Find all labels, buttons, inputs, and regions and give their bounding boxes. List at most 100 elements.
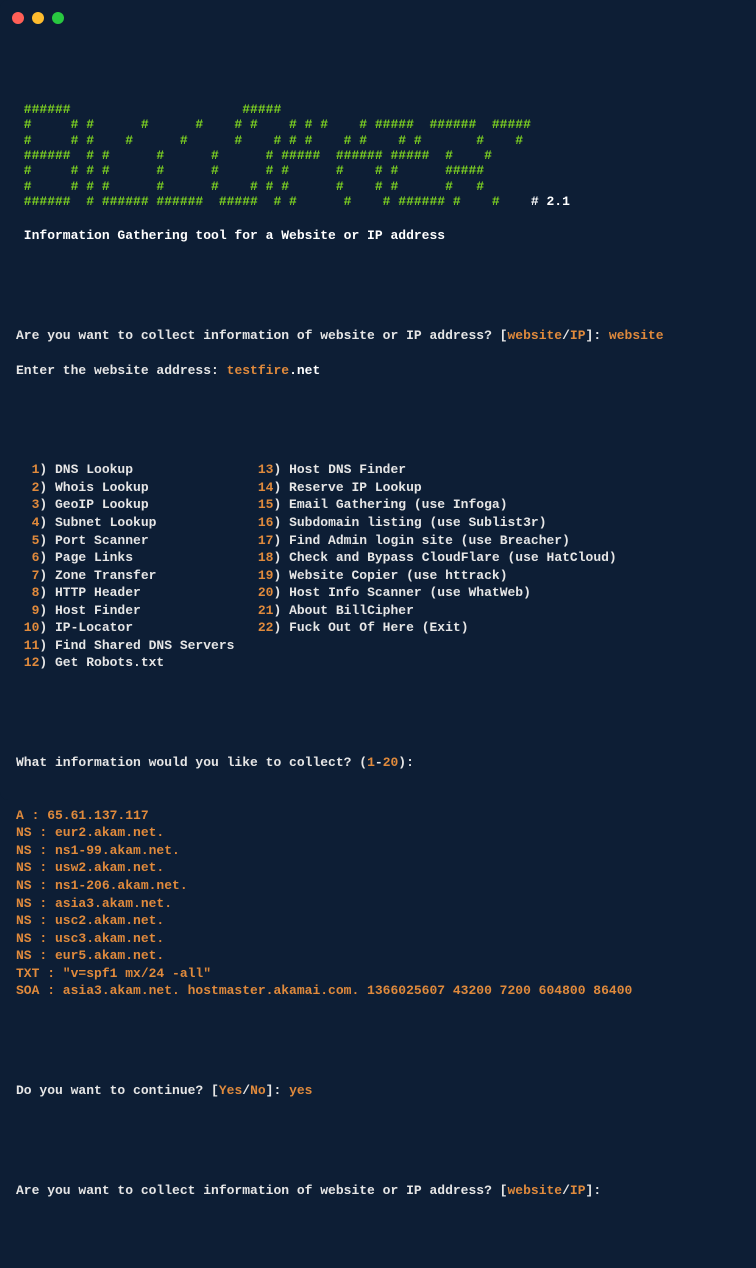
ascii-line: ###### # ###### ###### ##### # # # # ###… — [16, 194, 523, 209]
menu-num: 19 — [258, 568, 274, 583]
menu-item[interactable]: ) IP-Locator — [39, 620, 133, 635]
dns-output-block: A : 65.61.137.117NS : eur2.akam.net.NS :… — [16, 807, 740, 1000]
menu-num: 1 — [16, 462, 39, 477]
menu-columns: 1) DNS Lookup 13) Host DNS Finder 2) Who… — [16, 461, 740, 672]
ascii-line: # # # # # # # # # # # ##### ###### ##### — [16, 117, 562, 132]
menu-num: 2 — [16, 480, 39, 495]
window-minimize-button[interactable] — [32, 12, 44, 24]
version-label: # 2.1 — [531, 194, 570, 209]
user-input-website[interactable]: website — [609, 328, 664, 343]
menu-item[interactable]: ) GeoIP Lookup — [39, 497, 148, 512]
prompt-slash: / — [562, 328, 570, 343]
tagline: Information Gathering tool for a Website… — [16, 227, 740, 245]
menu-num: 8 — [16, 585, 39, 600]
ascii-line: # # # # # # # # # # # # # # # — [16, 133, 554, 148]
window-close-button[interactable] — [12, 12, 24, 24]
menu-item[interactable]: ) Find Admin login site (use Breacher) — [273, 533, 569, 548]
terminal-window: ###### ##### # # # # # # # # # # # #####… — [0, 0, 756, 800]
prompt-continue: Do you want to continue? [Yes/No]: yes — [16, 1082, 740, 1100]
menu-item[interactable]: ) Whois Lookup — [39, 480, 148, 495]
dns-record: TXT : "v=spf1 mx/24 -all" — [16, 965, 740, 983]
menu-item[interactable]: ) Get Robots.txt — [39, 655, 164, 670]
menu-item[interactable]: ) Website Copier (use httrack) — [273, 568, 507, 583]
menu-row: 3) GeoIP Lookup 15) Email Gathering (use… — [16, 496, 740, 514]
menu-row: 6) Page Links 18) Check and Bypass Cloud… — [16, 549, 740, 567]
menu-item[interactable]: ) About BillCipher — [273, 603, 413, 618]
dns-record: NS : usc3.akam.net. — [16, 930, 740, 948]
prompt-slash: / — [242, 1083, 250, 1098]
prompt-text: Are you want to collect information of w… — [16, 1183, 507, 1198]
ascii-line: # # # # # # # # # # # # # # — [16, 179, 523, 194]
menu-num: 5 — [16, 533, 39, 548]
ascii-banner: ###### ##### # # # # # # # # # # # #####… — [16, 87, 740, 210]
ascii-line: ###### ##### — [16, 102, 562, 117]
menu-num: 11 — [16, 638, 39, 653]
menu-row: 7) Zone Transfer 19) Website Copier (use… — [16, 567, 740, 585]
user-input-hostname[interactable]: testfire — [227, 363, 289, 378]
menu-item[interactable]: ) Host Info Scanner (use WhatWeb) — [273, 585, 530, 600]
prompt-text: What information would you like to colle… — [16, 755, 367, 770]
prompt-text: ]: — [586, 328, 609, 343]
menu-item[interactable]: ) Host DNS Finder — [273, 462, 406, 477]
window-zoom-button[interactable] — [52, 12, 64, 24]
menu-item[interactable]: ) HTTP Header — [39, 585, 140, 600]
ascii-line: # # # # # # # # # # # ##### — [16, 163, 523, 178]
menu-num: 15 — [258, 497, 274, 512]
user-input-continue[interactable]: yes — [289, 1083, 312, 1098]
option-website: website — [507, 328, 562, 343]
prompt-slash: / — [562, 1183, 570, 1198]
terminal-content[interactable]: ###### ##### # # # # # # # # # # # #####… — [0, 34, 756, 1268]
menu-item[interactable]: ) Zone Transfer — [39, 568, 156, 583]
prompt-collect-info-repeat: Are you want to collect information of w… — [16, 1182, 740, 1200]
menu-row: 2) Whois Lookup 14) Reserve IP Lookup — [16, 479, 740, 497]
prompt-enter-website: Enter the website address: testfire.net — [16, 362, 740, 380]
menu-row: 4) Subnet Lookup 16) Subdomain listing (… — [16, 514, 740, 532]
menu-item[interactable]: ) Check and Bypass CloudFlare (use HatCl… — [273, 550, 616, 565]
dns-record: NS : usc2.akam.net. — [16, 912, 740, 930]
user-input-tld[interactable]: .net — [289, 363, 320, 378]
option-yes: Yes — [219, 1083, 242, 1098]
menu-row: 12) Get Robots.txt — [16, 654, 740, 672]
range-high: 20 — [383, 755, 399, 770]
menu-row: 11) Find Shared DNS Servers — [16, 637, 740, 655]
menu-item[interactable]: ) DNS Lookup — [39, 462, 133, 477]
menu-row: 1) DNS Lookup 13) Host DNS Finder — [16, 461, 740, 479]
menu-num: 9 — [16, 603, 39, 618]
menu-item[interactable]: ) Email Gathering (use Infoga) — [273, 497, 507, 512]
dns-record: NS : eur2.akam.net. — [16, 824, 740, 842]
menu-row: 10) IP-Locator 22) Fuck Out Of Here (Exi… — [16, 619, 740, 637]
menu-item[interactable]: ) Fuck Out Of Here (Exit) — [273, 620, 468, 635]
menu-num: 7 — [16, 568, 39, 583]
menu-item[interactable]: ) Find Shared DNS Servers — [39, 638, 234, 653]
menu-item[interactable]: ) Page Links — [39, 550, 133, 565]
dns-record: NS : ns1-206.akam.net. — [16, 877, 740, 895]
prompt-collect-info: Are you want to collect information of w… — [16, 327, 740, 345]
menu-num: 20 — [258, 585, 274, 600]
prompt-text: Enter the website address: — [16, 363, 227, 378]
prompt-what-info: What information would you like to colle… — [16, 754, 740, 772]
prompt-text: ]: — [266, 1083, 289, 1098]
menu-num: 16 — [258, 515, 274, 530]
menu-num: 18 — [258, 550, 274, 565]
prompt-text: Are you want to collect information of w… — [16, 328, 507, 343]
menu-num: 13 — [258, 462, 274, 477]
dns-record: NS : ns1-99.akam.net. — [16, 842, 740, 860]
menu-num: 3 — [16, 497, 39, 512]
menu-item[interactable]: ) Subnet Lookup — [39, 515, 156, 530]
menu-num: 4 — [16, 515, 39, 530]
menu-num: 10 — [16, 620, 39, 635]
menu-row: 5) Port Scanner 17) Find Admin login sit… — [16, 532, 740, 550]
option-website: website — [507, 1183, 562, 1198]
dns-record: NS : asia3.akam.net. — [16, 895, 740, 913]
menu-item[interactable]: ) Port Scanner — [39, 533, 148, 548]
menu-num: 12 — [16, 655, 39, 670]
menu-item[interactable]: ) Subdomain listing (use Sublist3r) — [273, 515, 546, 530]
dns-record: SOA : asia3.akam.net. hostmaster.akamai.… — [16, 982, 740, 1000]
menu-row: 9) Host Finder 21) About BillCipher — [16, 602, 740, 620]
menu-item[interactable]: ) Host Finder — [39, 603, 140, 618]
prompt-text: ): — [398, 755, 414, 770]
option-ip: IP — [570, 328, 586, 343]
menu-num: 22 — [258, 620, 274, 635]
range-dash: - — [375, 755, 383, 770]
menu-item[interactable]: ) Reserve IP Lookup — [273, 480, 421, 495]
